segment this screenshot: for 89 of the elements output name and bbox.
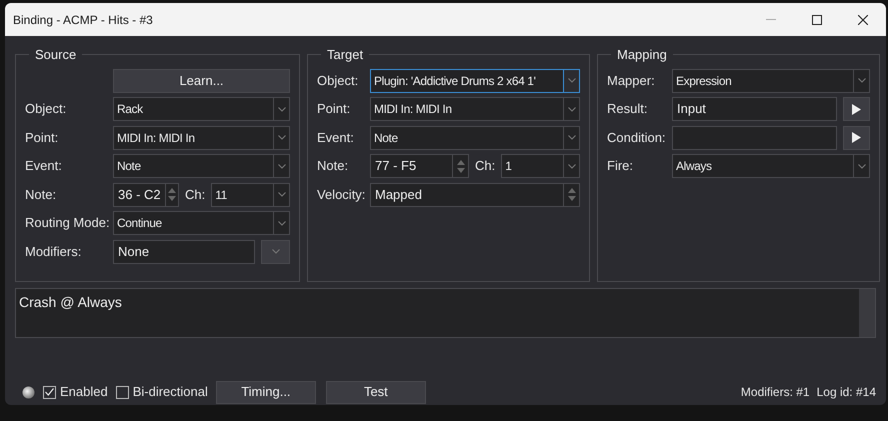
check-icon [45, 388, 54, 396]
field-label: Velocity: [317, 186, 366, 204]
dropdown-field[interactable]: Plugin: 'Addictive Drums 2 x64 1' [370, 68, 580, 92]
spin-up-icon[interactable] [568, 188, 576, 193]
channel-label: Ch: [474, 157, 496, 176]
spin-up-icon[interactable] [456, 160, 464, 164]
footer-button[interactable]: Timing... [216, 380, 316, 404]
field-label: Fire: [607, 157, 634, 176]
spin-value: Mapped [374, 186, 423, 204]
text-field[interactable]: Input [672, 97, 837, 121]
chevron-down-icon [278, 135, 286, 140]
spin-field[interactable]: Mapped [370, 182, 580, 206]
play-icon [852, 104, 861, 114]
spin-field[interactable]: 36 - C2 [113, 182, 179, 206]
play-icon [852, 132, 861, 143]
channel-label: Ch: [184, 186, 206, 204]
chevron-down-icon [272, 249, 280, 254]
group-title: Source [34, 46, 78, 64]
dropdown-button[interactable] [261, 240, 290, 264]
spin-value: 77 - F5 [374, 157, 418, 175]
spin-value: 36 - C2 [117, 186, 162, 204]
field-label: Event: [317, 128, 355, 147]
field-label: Note: [317, 157, 350, 176]
spin-down-icon[interactable] [168, 196, 176, 201]
status-led-icon [22, 386, 35, 398]
dropdown-value: Plugin: 'Addictive Drums 2 x64 1' [373, 72, 536, 90]
field-label: Mapper: [607, 72, 656, 90]
field-label: Note: [25, 186, 58, 204]
field-label: Condition: [607, 128, 667, 147]
chevron-down-icon [278, 164, 286, 168]
field-label: Point: [25, 128, 60, 147]
window-title: Binding - ACMP - Hits - #3 [13, 12, 154, 28]
dropdown-value: Always [675, 158, 713, 175]
field-label: Routing Mode: [25, 214, 111, 232]
field-label: Object: [317, 72, 360, 90]
field-label: Event: [25, 157, 63, 176]
dropdown-field[interactable]: Continue [113, 211, 290, 235]
field-label: Modifiers: [25, 242, 82, 261]
footer-button[interactable]: Test [326, 380, 426, 404]
close-icon [858, 14, 868, 24]
group-title: Mapping [616, 46, 668, 64]
dropdown-field[interactable]: 1 [501, 154, 580, 178]
chevron-down-icon [568, 78, 576, 83]
chevron-down-icon [278, 192, 286, 197]
status-text: Modifiers: #1 [740, 384, 810, 401]
dropdown-field[interactable]: Rack [113, 97, 290, 121]
dropdown-field[interactable]: MIDI In: MIDI In [113, 126, 290, 150]
play-button[interactable] [843, 126, 870, 150]
chevron-down-icon [568, 135, 576, 140]
play-button[interactable] [843, 97, 870, 121]
text-field[interactable] [672, 126, 837, 150]
chevron-down-icon [568, 164, 576, 168]
learn-button[interactable]: Learn... [113, 68, 290, 92]
spin-field[interactable]: 77 - F5 [370, 154, 469, 178]
field-label: Object: [25, 100, 68, 118]
dropdown-field[interactable]: Expression [672, 68, 870, 92]
dropdown-value: Continue [116, 215, 163, 232]
chevron-down-icon [858, 78, 866, 83]
dropdown-field[interactable]: Always [672, 154, 870, 178]
chevron-down-icon [278, 106, 286, 112]
dropdown-value: Rack [116, 101, 144, 118]
maximize-icon [812, 14, 822, 24]
dropdown-field[interactable]: 11 [211, 182, 290, 206]
log-text: Crash @ Always [18, 293, 123, 312]
chevron-down-icon [568, 106, 576, 112]
field-label: Result: [607, 100, 648, 118]
dropdown-value: Note [116, 158, 142, 175]
text-field[interactable]: None [113, 240, 255, 264]
dropdown-field[interactable]: Note [370, 126, 580, 150]
dropdown-value: Note [373, 130, 399, 146]
dropdown-field[interactable]: MIDI In: MIDI In [370, 97, 580, 121]
group-title: Target [326, 46, 364, 64]
chevron-down-icon [858, 164, 866, 168]
scrollbar[interactable] [859, 289, 875, 337]
checkbox[interactable]: Bi-directional [116, 382, 208, 402]
status-text: Log id: #14 [816, 384, 876, 401]
dropdown-value: 11 [214, 186, 228, 204]
dropdown-value: 1 [504, 158, 513, 175]
spin-down-icon[interactable] [568, 196, 576, 201]
dropdown-value: MIDI In: MIDI In [373, 101, 453, 118]
dropdown-field[interactable]: Note [113, 154, 290, 178]
dropdown-value: Expression [675, 72, 732, 90]
spin-down-icon[interactable] [456, 168, 464, 172]
minimize-icon [766, 19, 776, 20]
spin-up-icon[interactable] [168, 188, 176, 193]
checkbox[interactable]: Enabled [43, 382, 108, 402]
field-label: Point: [317, 100, 352, 118]
dropdown-value: MIDI In: MIDI In [116, 130, 196, 146]
chevron-down-icon [278, 220, 286, 226]
